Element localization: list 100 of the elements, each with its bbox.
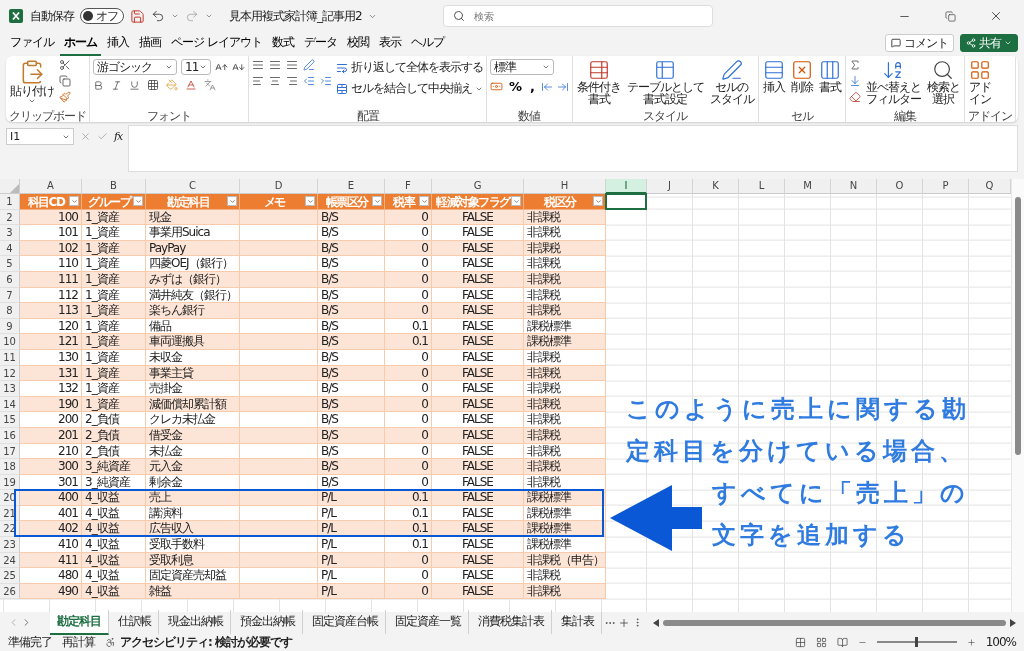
- filter-button[interactable]: [227, 196, 237, 206]
- ribbon-button[interactable]: 検索と 選択: [926, 59, 961, 105]
- ribbon-button[interactable]: 挿入: [762, 59, 786, 93]
- name-box[interactable]: I1: [6, 128, 74, 145]
- percent-button[interactable]: %: [507, 79, 525, 94]
- phonetic-icon[interactable]: [204, 79, 216, 91]
- copy-icon[interactable]: [59, 75, 71, 87]
- menu-tab[interactable]: データ: [299, 30, 341, 56]
- column-header[interactable]: H: [524, 179, 606, 194]
- select-all-button[interactable]: [0, 179, 20, 194]
- customize-icon[interactable]: [205, 12, 213, 20]
- close-icon[interactable]: [989, 9, 1003, 23]
- sheet-tab[interactable]: 勘定科目: [50, 610, 109, 635]
- filter-button[interactable]: [593, 196, 603, 206]
- row-header[interactable]: 5: [0, 256, 20, 272]
- file-name[interactable]: 見本用複式家計簿_記事用2: [229, 7, 362, 25]
- cell-cursor[interactable]: [605, 193, 647, 210]
- sheet-tab[interactable]: 固定資産台帳: [305, 610, 386, 635]
- filter-button[interactable]: [372, 196, 382, 206]
- accounting-format-icon[interactable]: [490, 80, 503, 93]
- fill-down-icon[interactable]: [849, 75, 861, 87]
- column-header[interactable]: G: [432, 179, 524, 194]
- normal-view-icon[interactable]: [794, 636, 806, 648]
- enter-icon[interactable]: [97, 131, 108, 142]
- eraser-icon[interactable]: [849, 91, 861, 103]
- column-header[interactable]: J: [647, 179, 693, 194]
- font-name-field[interactable]: 游ゴシック: [93, 59, 177, 75]
- restore-icon[interactable]: [944, 10, 956, 22]
- align-middle-icon[interactable]: [269, 59, 281, 71]
- ribbon-button[interactable]: 並べ替えと フィルター: [865, 59, 922, 105]
- sheet-tab[interactable]: 仕訳帳: [111, 610, 159, 635]
- underline-icon[interactable]: [129, 79, 140, 91]
- row-header[interactable]: 15: [0, 412, 20, 428]
- caret-icon[interactable]: [171, 12, 179, 20]
- bold-icon[interactable]: [93, 79, 104, 91]
- comment-button[interactable]: コメント: [885, 34, 954, 52]
- sheet-tab[interactable]: 集計表: [554, 610, 602, 635]
- align-right-icon[interactable]: [286, 75, 298, 87]
- column-header[interactable]: K: [693, 179, 739, 194]
- row-header[interactable]: 10: [0, 334, 20, 350]
- number-format-field[interactable]: 標準: [490, 59, 554, 75]
- ribbon-button[interactable]: 条件付き 書式: [576, 59, 622, 105]
- row-header[interactable]: 1: [0, 194, 20, 210]
- cancel-icon[interactable]: [80, 131, 91, 142]
- column-header[interactable]: O: [877, 179, 923, 194]
- scroll-right-icon[interactable]: [1010, 618, 1016, 627]
- menu-tab[interactable]: ファイル: [6, 30, 58, 56]
- scissors-icon[interactable]: [59, 59, 71, 71]
- zoom-thumb[interactable]: [915, 637, 919, 647]
- menu-tab[interactable]: 数式: [267, 30, 298, 56]
- scroll-left-icon[interactable]: [653, 618, 659, 627]
- decrease-decimal-icon[interactable]: [557, 80, 569, 93]
- sheet-tab[interactable]: 固定資産一覧: [388, 610, 469, 635]
- share-button[interactable]: 共有: [960, 34, 1018, 52]
- ribbon-button[interactable]: 書式: [818, 59, 842, 93]
- zoom-in-icon[interactable]: [966, 637, 976, 647]
- accessibility-icon[interactable]: [105, 636, 116, 648]
- ribbon-button[interactable]: アド イン: [968, 59, 992, 105]
- filter-button[interactable]: [511, 196, 521, 206]
- redo-icon[interactable]: [185, 9, 199, 23]
- filter-button[interactable]: [69, 196, 79, 206]
- row-header[interactable]: 18: [0, 459, 20, 475]
- align-left-icon[interactable]: [252, 75, 264, 87]
- format-painter-icon[interactable]: [59, 91, 71, 103]
- filter-button[interactable]: [305, 196, 315, 206]
- horizontal-scrollbar[interactable]: [653, 618, 1016, 627]
- ribbon-button[interactable]: セルの スタイル: [709, 59, 755, 105]
- menu-tab[interactable]: 描画: [135, 30, 165, 56]
- increase-decimal-icon[interactable]: [541, 80, 553, 93]
- font-color-icon[interactable]: [185, 79, 197, 91]
- menu-tab[interactable]: 校閲: [342, 30, 373, 56]
- comma-button[interactable]: ,: [528, 79, 537, 94]
- add-sheet-icon[interactable]: [618, 616, 630, 629]
- fill-color-icon[interactable]: [166, 79, 178, 91]
- filter-button[interactable]: [419, 196, 429, 206]
- row-header[interactable]: 3: [0, 225, 20, 241]
- column-header[interactable]: E: [318, 179, 385, 194]
- italic-icon[interactable]: [111, 79, 122, 91]
- vertical-scrollbar[interactable]: [1011, 179, 1024, 612]
- borders-icon[interactable]: [147, 79, 159, 91]
- page-layout-view-icon[interactable]: [815, 636, 827, 648]
- sheet-tab[interactable]: 預金出納帳: [233, 610, 303, 635]
- align-bottom-icon[interactable]: [286, 59, 298, 71]
- accessibility-status[interactable]: アクセシビリティ: 検討が必要です: [120, 633, 292, 651]
- merge-center-button[interactable]: セルを結合して中央揃え: [336, 80, 483, 97]
- column-header[interactable]: B: [82, 179, 146, 194]
- row-header[interactable]: 23: [0, 537, 20, 553]
- row-header[interactable]: 25: [0, 568, 20, 584]
- align-center-icon[interactable]: [269, 75, 281, 87]
- sheet-tab[interactable]: 消費税集計表: [471, 610, 552, 635]
- paste-button[interactable]: 貼り付け: [9, 59, 55, 105]
- column-header[interactable]: F: [385, 179, 432, 194]
- autosave-toggle[interactable]: オフ: [80, 8, 124, 24]
- column-header[interactable]: C: [146, 179, 240, 194]
- sum-icon[interactable]: [849, 59, 861, 71]
- column-header[interactable]: N: [831, 179, 877, 194]
- indent-increase-icon[interactable]: [320, 75, 332, 87]
- ribbon-button[interactable]: テーブルとして 書式設定: [626, 59, 705, 105]
- menu-tab[interactable]: 挿入: [103, 30, 133, 56]
- ribbon-button[interactable]: 削除: [790, 59, 814, 93]
